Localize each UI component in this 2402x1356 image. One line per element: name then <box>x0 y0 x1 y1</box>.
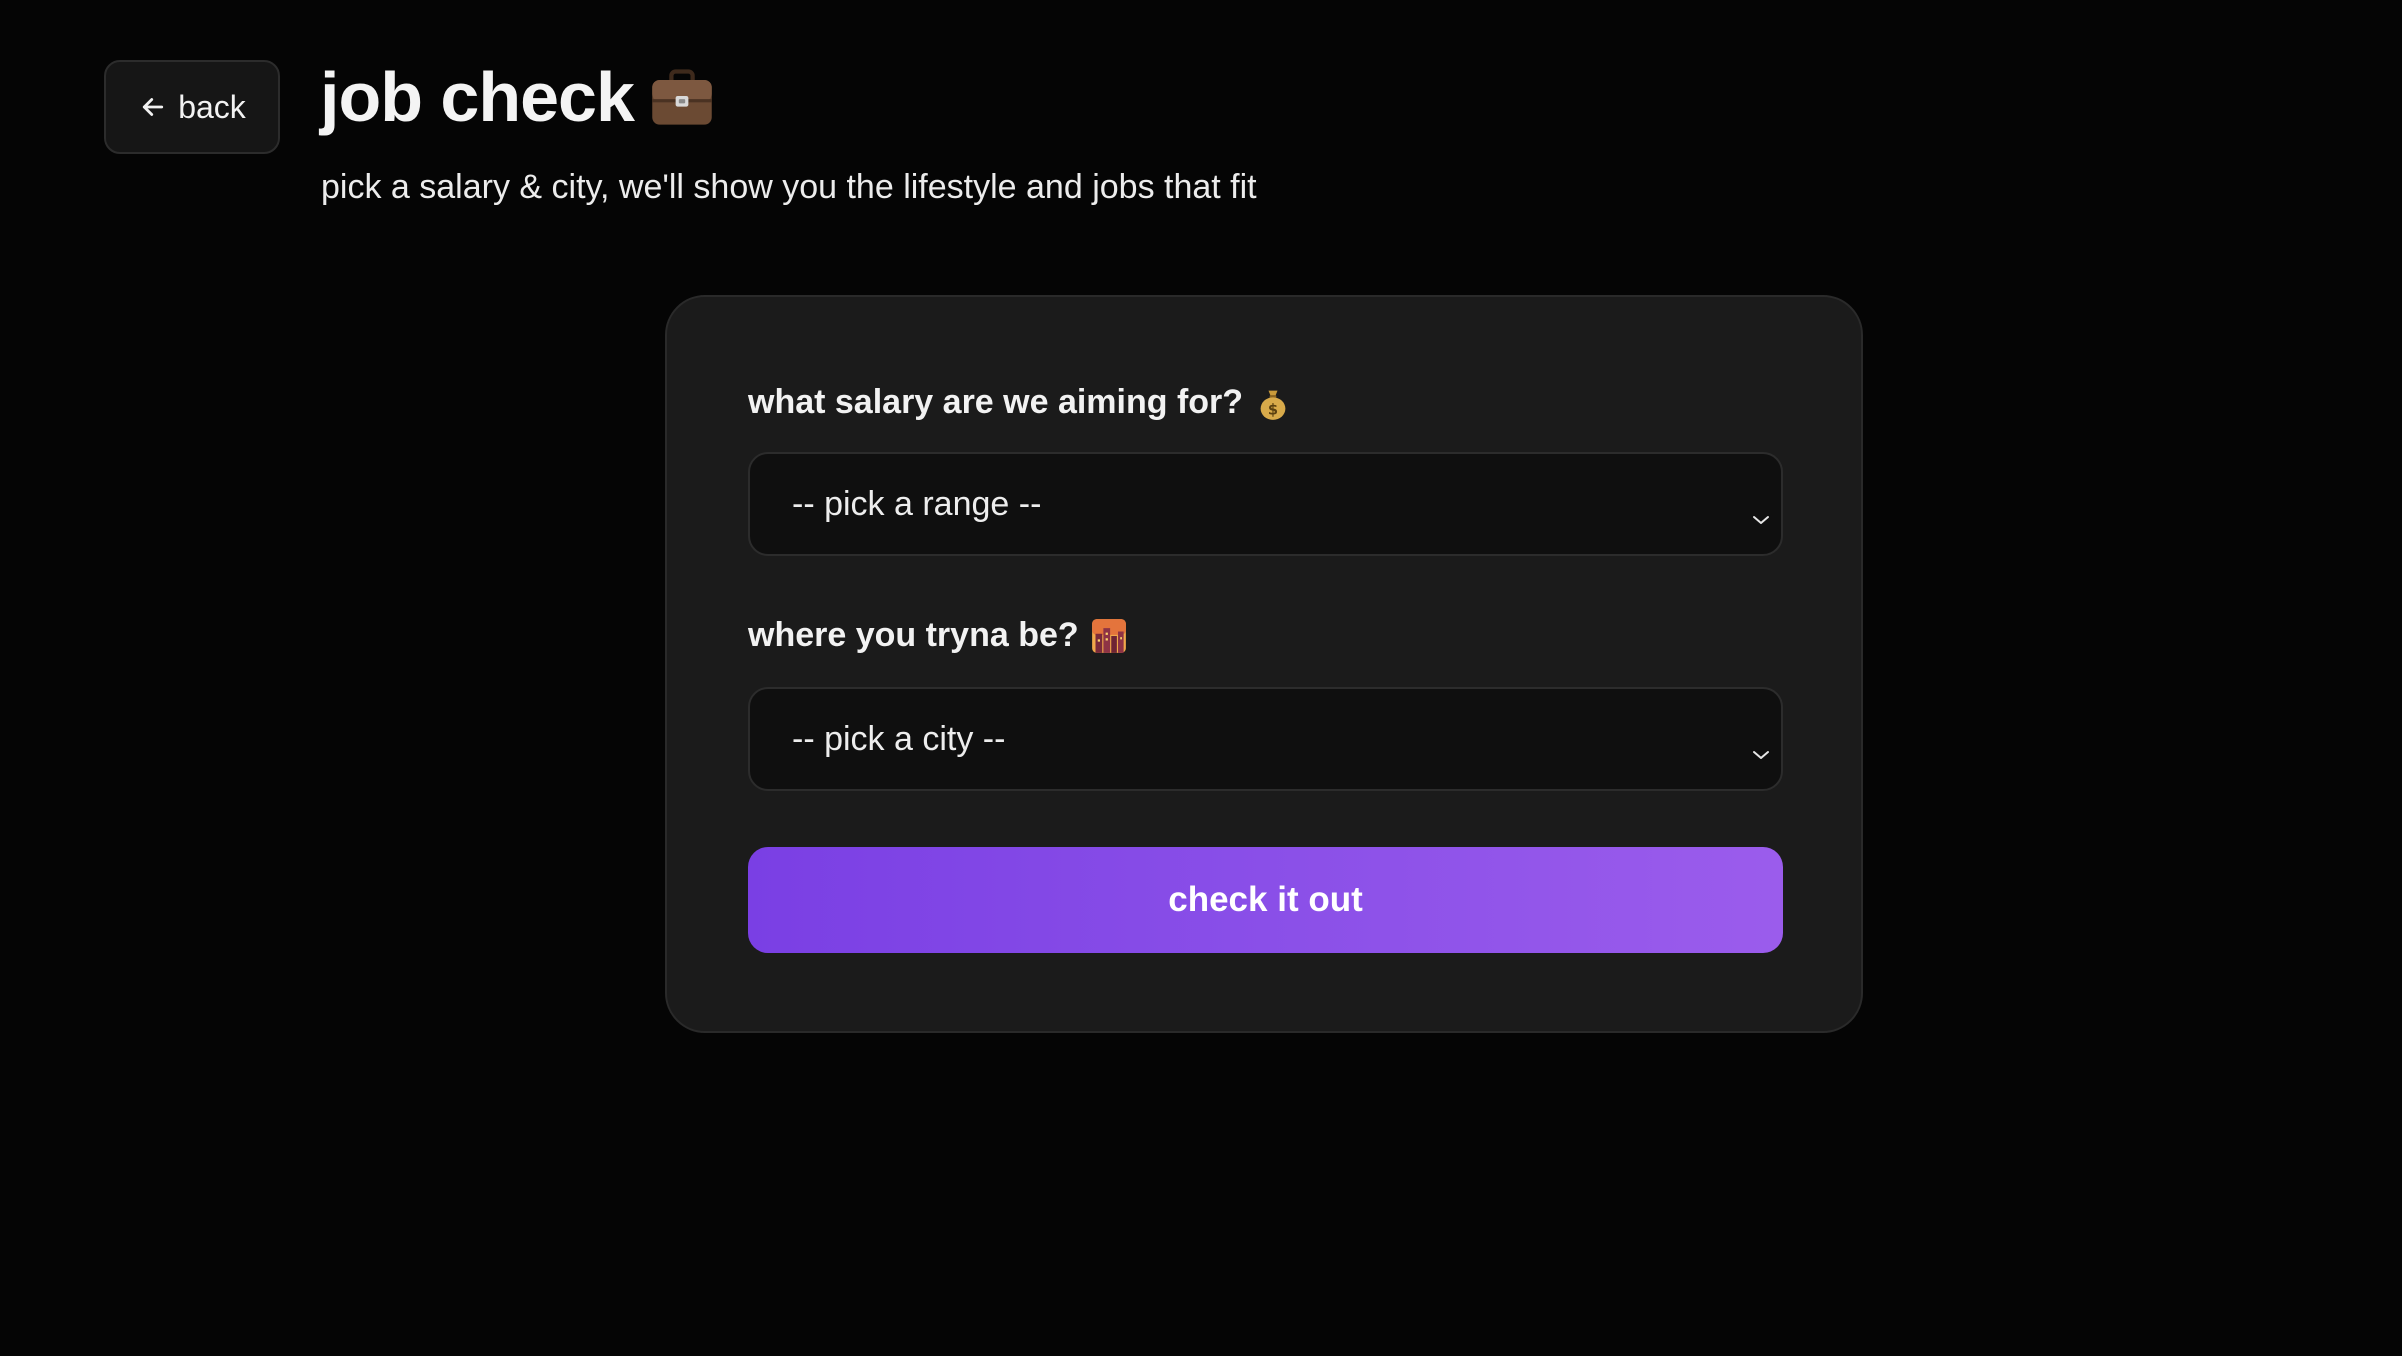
page-title: job check <box>320 58 635 136</box>
salary-range-select[interactable]: -- pick a range -- <box>748 452 1783 556</box>
check-it-out-button[interactable]: check it out <box>748 847 1783 953</box>
page-subtitle: pick a salary & city, we'll show you the… <box>321 168 1257 206</box>
city-sunset-icon <box>1091 618 1127 654</box>
title-row: job check <box>320 62 716 132</box>
job-check-form-card: what salary are we aiming for? $ -- pick… <box>665 295 1863 1033</box>
city-label: where you tryna be? <box>748 616 1127 655</box>
back-button[interactable]: back <box>104 60 280 154</box>
svg-text:$: $ <box>1268 401 1278 418</box>
briefcase-icon <box>648 63 716 131</box>
city-selected-value: -- pick a city -- <box>792 719 1006 758</box>
money-bag-icon: $ <box>1255 385 1291 421</box>
salary-label-text: what salary are we aiming for? <box>748 383 1244 421</box>
salary-label: what salary are we aiming for? $ <box>748 383 1291 422</box>
chevron-down-icon <box>1751 732 1771 759</box>
city-label-text: where you tryna be? <box>748 616 1079 654</box>
salary-range-selected-value: -- pick a range -- <box>792 484 1042 523</box>
arrow-left-icon <box>138 92 168 122</box>
chevron-down-icon <box>1751 497 1771 524</box>
page: back job check pick a salary & city, we'… <box>0 0 2402 1356</box>
city-select[interactable]: -- pick a city -- <box>748 687 1783 791</box>
back-button-label: back <box>178 88 246 125</box>
